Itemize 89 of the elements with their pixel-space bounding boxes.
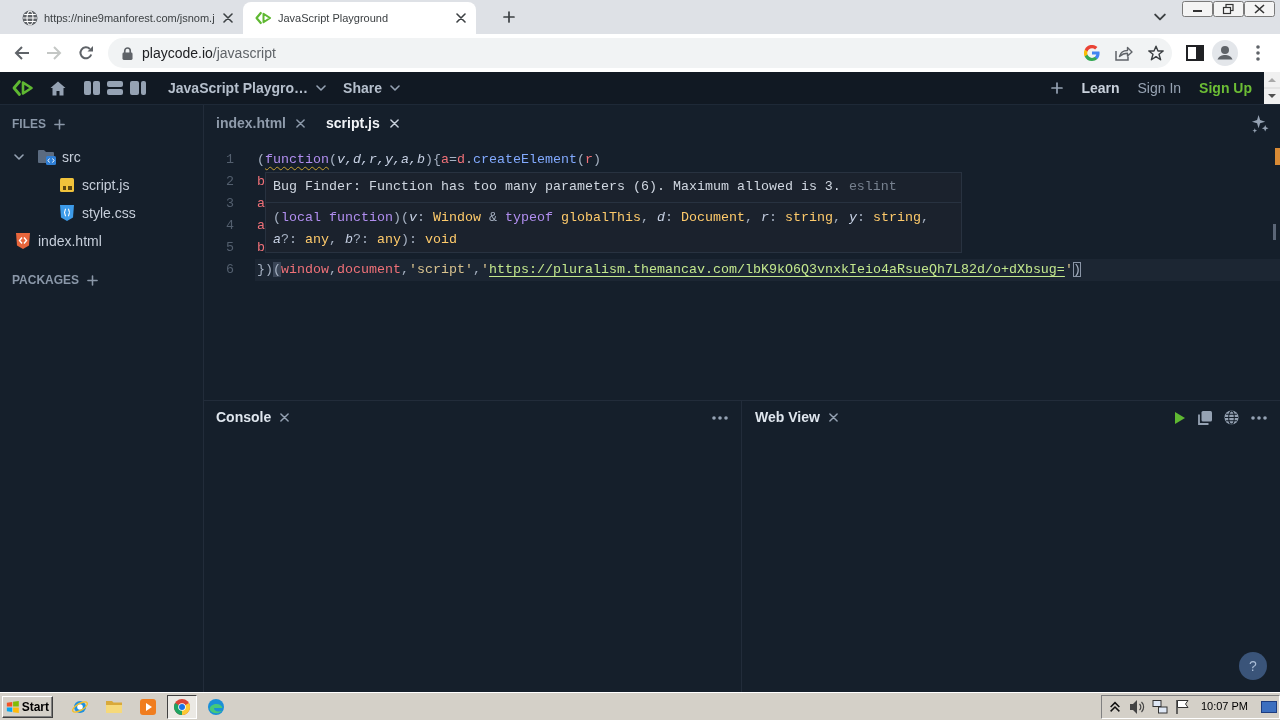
tree-item[interactable]: style.css xyxy=(60,202,136,224)
share-menu-button[interactable]: Share xyxy=(343,77,400,99)
lock-icon xyxy=(122,46,133,60)
reload-icon[interactable] xyxy=(78,45,94,61)
project-menu-button[interactable]: JavaScript Playgro… xyxy=(168,77,327,99)
panel-tab[interactable]: Web View xyxy=(755,407,838,428)
code-line: b xyxy=(256,173,265,191)
code-logo-icon xyxy=(255,11,272,25)
start-flag-icon xyxy=(6,698,20,715)
caret-icon xyxy=(316,85,327,91)
position-mark-icon xyxy=(1273,224,1276,240)
start-button[interactable]: Start xyxy=(2,695,53,718)
share-icon[interactable] xyxy=(1115,45,1133,61)
line-number: 6 xyxy=(226,262,234,277)
add-icon[interactable] xyxy=(54,118,65,130)
flag-icon[interactable] xyxy=(1174,698,1190,715)
menu-icon[interactable] xyxy=(1256,45,1260,61)
restore-icon[interactable] xyxy=(1213,1,1244,17)
code-line: a xyxy=(256,195,265,213)
help-button[interactable]: ? xyxy=(1239,652,1267,680)
line-number: 4 xyxy=(226,218,234,233)
tree-item[interactable]: index.html xyxy=(16,230,102,252)
nav-link[interactable]: Sign In xyxy=(1137,77,1182,99)
code-line: (function(v,d,r,y,a,b){a=d.createElement(r) xyxy=(256,151,601,169)
tree-item[interactable]: src xyxy=(38,146,81,168)
browser-icon[interactable] xyxy=(173,697,191,716)
home-icon[interactable] xyxy=(50,80,66,96)
script-file-icon xyxy=(60,178,74,192)
browser-tab[interactable]: JavaScript Playground xyxy=(243,2,476,34)
close-icon[interactable] xyxy=(456,13,466,23)
code-logo-icon[interactable] xyxy=(12,79,34,97)
side-panel-icon[interactable] xyxy=(130,81,146,95)
nav-link[interactable]: Learn xyxy=(1081,77,1120,99)
g-logo-icon[interactable] xyxy=(1084,45,1100,61)
shield-code-icon xyxy=(16,233,30,249)
page-scrollbar[interactable] xyxy=(1264,72,1280,104)
caret-icon xyxy=(390,85,400,91)
split-columns-icon[interactable] xyxy=(84,81,100,95)
network-icon[interactable] xyxy=(1151,698,1168,715)
taskbar-button[interactable] xyxy=(167,694,197,719)
side-panel-icon[interactable] xyxy=(1186,45,1204,61)
browser-tab[interactable]: https://nine9manforest.com/jsnom.j xyxy=(10,2,243,34)
shield-braces-icon xyxy=(60,205,74,221)
add-icon[interactable] xyxy=(1051,82,1064,94)
nav-link[interactable]: Sign Up xyxy=(1199,77,1252,99)
sparkle-icon[interactable] xyxy=(1251,114,1269,133)
star-icon[interactable] xyxy=(1148,45,1164,61)
close-icon[interactable] xyxy=(296,119,305,128)
clock: 10:07 PM xyxy=(1200,699,1248,715)
close-icon[interactable] xyxy=(223,13,233,23)
editor-tab[interactable]: script.js xyxy=(322,113,403,134)
code-line: b xyxy=(256,239,265,257)
lint-source: eslint xyxy=(848,179,897,194)
panel-tab[interactable]: Console xyxy=(216,407,290,428)
close-icon[interactable] xyxy=(280,413,290,422)
line-number: 5 xyxy=(226,240,234,255)
profile-icon[interactable] xyxy=(1212,40,1238,66)
split-rows-icon[interactable] xyxy=(107,81,123,95)
section-label: FILES xyxy=(12,116,46,133)
new-tab-icon[interactable] xyxy=(503,11,515,23)
play-icon[interactable] xyxy=(1174,410,1186,425)
minimize-icon[interactable] xyxy=(1182,1,1213,17)
back-icon[interactable] xyxy=(14,45,30,61)
section-label: PACKAGES xyxy=(12,272,80,289)
media-play-icon[interactable] xyxy=(139,697,157,716)
address-bar[interactable]: playcode.io/javascript xyxy=(108,38,1172,68)
folder-icon xyxy=(38,149,56,165)
lint-message: Bug Finder: Function has too many parameters (6). Maximum allowed is 3. xyxy=(273,179,841,194)
more-icon[interactable] xyxy=(712,415,728,420)
show-desktop-icon[interactable] xyxy=(1261,698,1277,715)
line-number: 2 xyxy=(226,174,234,189)
editor-tab[interactable]: index.html xyxy=(212,113,309,134)
line-number: 1 xyxy=(226,152,234,167)
chevron-icon[interactable] xyxy=(14,154,24,160)
line-number: 3 xyxy=(226,196,234,211)
globe-icon xyxy=(22,10,38,26)
more-icon[interactable] xyxy=(1251,415,1267,420)
code-line: a xyxy=(256,217,265,235)
close-icon[interactable] xyxy=(828,413,838,422)
globe-icon[interactable] xyxy=(1224,410,1239,425)
chevron-up-icon[interactable] xyxy=(1107,699,1122,714)
caret-down-icon[interactable] xyxy=(1154,13,1166,21)
tree-item[interactable]: script.js xyxy=(60,174,130,196)
warning-mark-icon xyxy=(1275,148,1280,165)
type-signature: (local function)(v: Window & typeof globalThis, d: Document, r: string, y: string, a?: any, b?: any): void xyxy=(273,209,930,249)
copy-icon[interactable] xyxy=(1198,410,1212,425)
window-close-icon[interactable] xyxy=(1244,1,1275,17)
speaker-icon[interactable] xyxy=(1128,698,1145,715)
add-icon[interactable] xyxy=(87,274,99,286)
